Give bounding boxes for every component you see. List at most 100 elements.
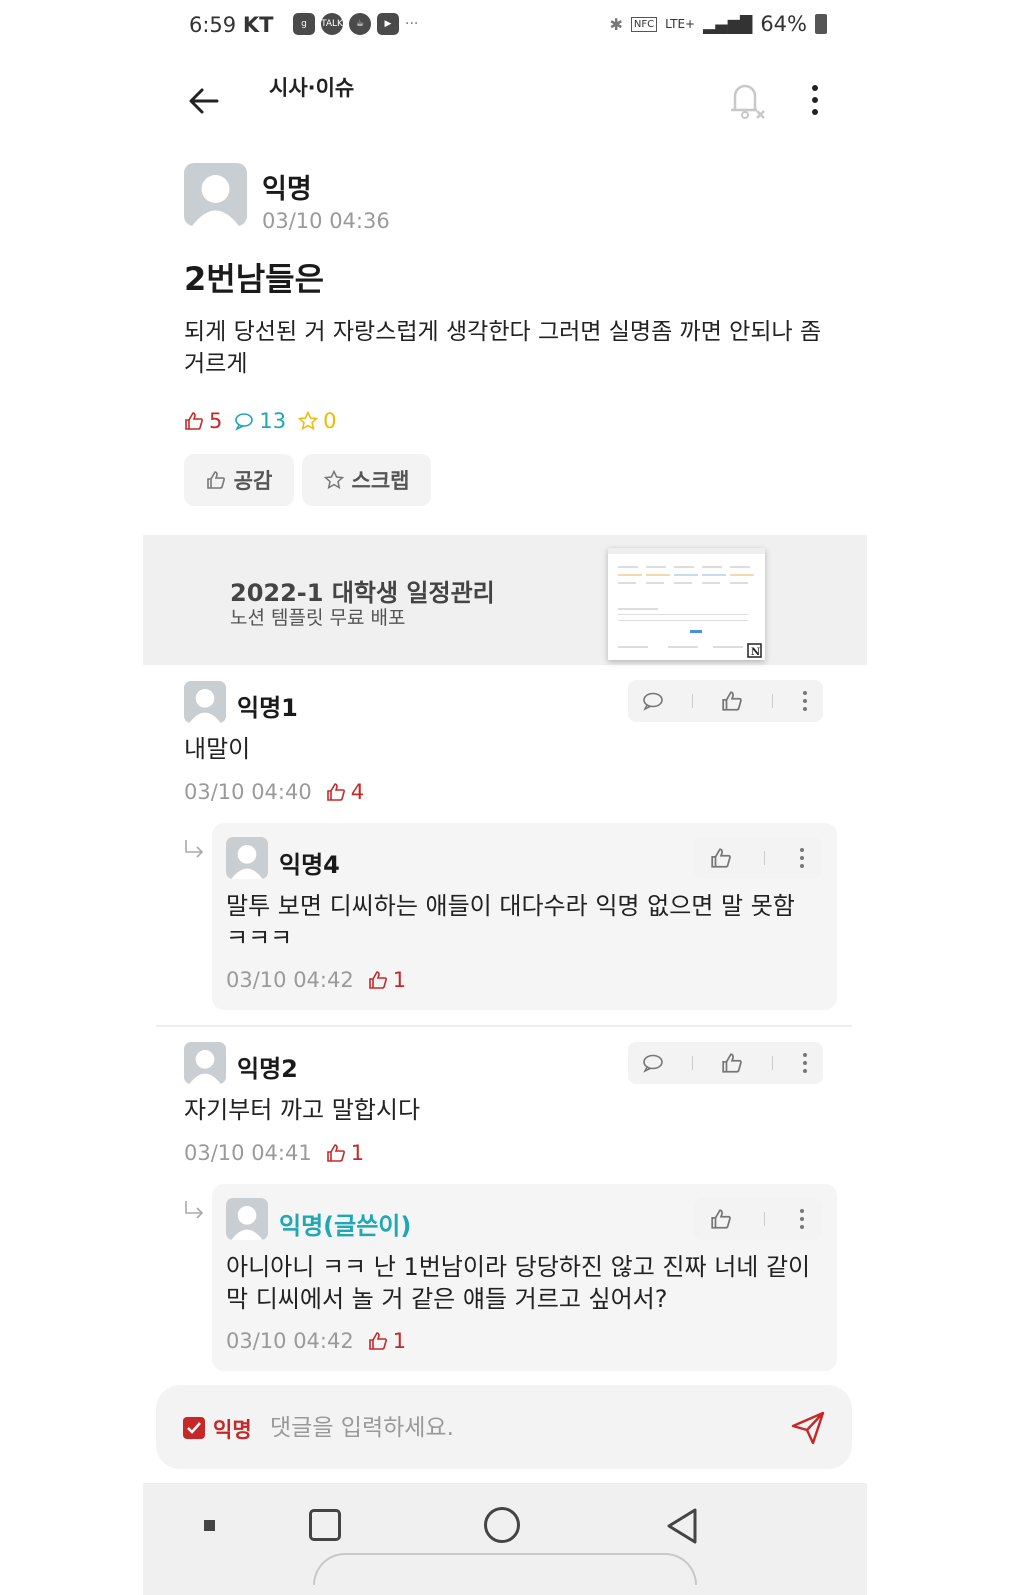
reply-box: 익명4 말투 보면 디씨하는 애들이 대다수라 익명 없으면 말 못함ㅋㅋㅋ 0…	[212, 823, 837, 1010]
status-right: ✱ NFC LTE+ ▂▄▆█ 64%	[609, 12, 827, 36]
more-options-icon[interactable]	[798, 847, 806, 869]
divider	[771, 694, 773, 708]
more-options-icon[interactable]	[798, 1208, 806, 1230]
thumbs-up-icon	[206, 471, 225, 489]
comment-actions	[628, 1042, 823, 1084]
reply-like-count: 1	[368, 1329, 406, 1353]
divider	[764, 1212, 766, 1226]
post-time: 03/10 04:36	[262, 209, 390, 233]
reply-author: 익명4	[279, 851, 340, 879]
notification-icons: g TALK ☕ ▶ ···	[293, 13, 418, 35]
comment-time: 03/10 04:41	[184, 1141, 312, 1165]
reply-bubble-icon[interactable]	[642, 691, 664, 711]
comment-like-count: 4	[326, 780, 364, 804]
comment-like-value: 4	[350, 780, 365, 804]
anonymous-label[interactable]: 익명	[213, 1414, 252, 1444]
like-count-value: 5	[209, 409, 223, 433]
reply-like-value: 1	[392, 1329, 407, 1353]
reply-meta: 03/10 04:42 1	[226, 1329, 406, 1353]
reply-actions	[694, 837, 822, 879]
notion-template-preview-image: N	[608, 548, 765, 658]
more-notifications-icon: ···	[405, 16, 419, 32]
recent-apps-icon[interactable]	[309, 1509, 341, 1541]
like-button[interactable]: 공감	[184, 454, 294, 506]
post-author: 익명	[262, 174, 312, 205]
anonymous-checkbox[interactable]	[183, 1417, 205, 1439]
thumbs-up-icon[interactable]	[710, 847, 732, 869]
nfc-icon: NFC	[630, 16, 658, 32]
comment-count-value: 13	[259, 409, 287, 433]
carrier-text: KT	[242, 13, 274, 37]
post-title: 2번남들은	[184, 260, 325, 298]
comment-time: 03/10 04:40	[184, 780, 312, 804]
thumbs-up-icon	[368, 971, 387, 989]
reply-author-op: 익명(글쓴이)	[279, 1212, 412, 1240]
board-title: 시사·이슈	[269, 76, 355, 100]
battery-icon	[815, 14, 827, 34]
bluetooth-icon: ✱	[609, 14, 623, 34]
thumbs-up-icon[interactable]	[721, 1052, 743, 1074]
comment-avatar	[184, 1042, 226, 1084]
gesture-handle	[313, 1553, 697, 1585]
reply-bubble-icon[interactable]	[642, 1053, 664, 1073]
comment-divider	[156, 1025, 852, 1027]
status-bar: 6:59 KT g TALK ☕ ▶ ··· ✱ NFC LTE+ ▂▄▆█ 6…	[143, 0, 867, 54]
comment-like-value: 1	[350, 1141, 365, 1165]
post-author-avatar	[184, 163, 247, 226]
reply-body: 말투 보면 디씨하는 애들이 대다수라 익명 없으면 말 못함ㅋㅋㅋ	[226, 892, 795, 952]
coffee-icon: ☕	[349, 13, 371, 35]
back-arrow-icon[interactable]	[187, 84, 221, 118]
reply-actions	[694, 1198, 822, 1240]
reply-like-value: 1	[392, 968, 407, 992]
scrap-count-value: 0	[323, 409, 337, 433]
g-app-icon: g	[293, 13, 315, 35]
nav-back-icon[interactable]	[665, 1507, 699, 1545]
comment-like-count: 1	[326, 1141, 364, 1165]
divider	[771, 1056, 773, 1070]
youtube-icon: ▶	[377, 13, 399, 35]
system-nav-bar	[143, 1483, 867, 1595]
comment-actions	[628, 680, 823, 722]
scrap-button[interactable]: 스크랩	[302, 454, 431, 506]
ad-subtitle: 노션 템플릿 무료 배포	[230, 607, 406, 629]
comment-count: 13	[234, 409, 286, 433]
scrap-button-label: 스크랩	[351, 469, 410, 493]
kakaotalk-icon: TALK	[321, 13, 343, 35]
send-icon[interactable]	[789, 1409, 827, 1447]
comment-input-bar: 익명	[156, 1385, 852, 1469]
thumbs-up-icon[interactable]	[710, 1208, 732, 1230]
comment-body: 내말이	[184, 735, 251, 763]
notification-off-bell-icon[interactable]	[727, 78, 767, 122]
reply-time: 03/10 04:42	[226, 968, 354, 992]
reply-body: 아니아니 ㅋㅋ 난 1번남이라 당당하진 않고 진짜 너네 같이 막 디씨에서 …	[226, 1253, 811, 1313]
thumbs-up-icon	[326, 783, 345, 801]
more-options-icon[interactable]	[801, 690, 809, 712]
comment-body: 자기부터 까고 말합시다	[184, 1096, 421, 1124]
thumbs-up-icon	[326, 1144, 345, 1162]
home-icon[interactable]	[484, 1507, 520, 1543]
speech-bubble-icon	[235, 413, 254, 431]
status-time: 6:59 KT	[189, 13, 273, 37]
thumbs-up-icon	[185, 412, 203, 430]
more-options-icon[interactable]	[805, 82, 825, 118]
comment-author: 익명2	[237, 1055, 298, 1083]
svg-text:N: N	[751, 647, 760, 658]
comment-avatar	[184, 681, 226, 723]
comment-meta: 03/10 04:40 4	[184, 780, 364, 804]
lte-icon: LTE+	[665, 17, 696, 31]
divider	[692, 694, 694, 708]
more-options-icon[interactable]	[801, 1052, 809, 1074]
app: 6:59 KT g TALK ☕ ▶ ··· ✱ NFC LTE+ ▂▄▆█ 6…	[143, 0, 867, 1595]
thumbs-up-icon[interactable]	[721, 690, 743, 712]
reply-like-count: 1	[368, 968, 406, 992]
nav-dot-icon[interactable]	[204, 1520, 215, 1531]
like-button-label: 공감	[233, 469, 273, 493]
ad-banner[interactable]: 2022-1 대학생 일정관리 노션 템플릿 무료 배포 N	[143, 535, 867, 665]
time-text: 6:59	[189, 13, 237, 37]
checkmark-icon	[187, 1422, 201, 1434]
scrap-count: 0	[298, 409, 336, 433]
comment-meta: 03/10 04:41 1	[184, 1141, 364, 1165]
reply-avatar	[226, 837, 268, 879]
ad-thumbnail: N	[608, 548, 765, 660]
comment-input[interactable]	[268, 1407, 772, 1449]
